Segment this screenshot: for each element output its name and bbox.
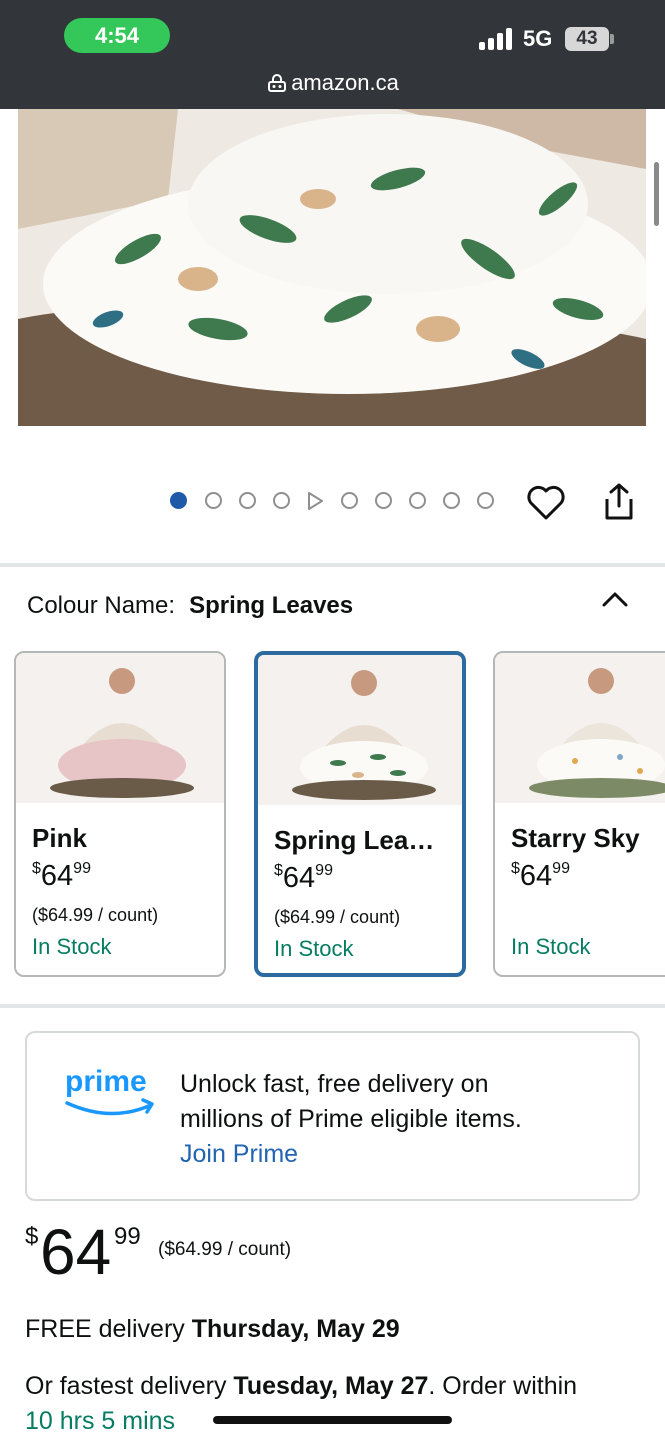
pager-dot[interactable] (443, 492, 460, 509)
status-bar: 4:54 5G 43 amazon.ca (0, 0, 665, 109)
pager-dot[interactable] (273, 492, 290, 509)
colour-option-starry-sky[interactable]: Starry Sky $6499 In Stock (493, 651, 665, 977)
pager-dot[interactable] (409, 492, 426, 509)
pager-dot[interactable] (170, 492, 187, 509)
starry-sky-thumbnail (495, 653, 665, 803)
lock-icon (268, 74, 287, 92)
video-play-icon[interactable] (307, 492, 324, 510)
prime-logo: prime (63, 1061, 159, 1126)
prime-line-1: Unlock fast, free delivery on (180, 1070, 489, 1098)
fastest-delivery-date: Tuesday, May 27 (233, 1372, 429, 1400)
url-bar[interactable]: amazon.ca (0, 70, 665, 96)
option-stock: In Stock (32, 934, 112, 959)
option-name: Pink (32, 823, 87, 853)
colour-option-pink[interactable]: Pink $6499 ($64.99 / count) In Stock (14, 651, 226, 977)
option-price: $6499 (32, 860, 91, 892)
product-image[interactable] (18, 109, 646, 426)
status-time: 4:54 (64, 18, 170, 53)
signal-icon (479, 28, 515, 50)
prime-message: Unlock fast, free delivery on millions o… (180, 1067, 600, 1172)
colour-option-spring-leaves[interactable]: Spring Lea… $6499 ($64.99 / count) In St… (254, 651, 466, 977)
option-unit-price: ($64.99 / count) (274, 907, 401, 927)
pager-dot[interactable] (239, 492, 256, 509)
option-price: $6499 (511, 860, 570, 892)
price-fraction: 99 (114, 1223, 141, 1250)
option-name: Starry Sky (511, 823, 640, 853)
pager-dot[interactable] (477, 492, 494, 509)
section-divider (0, 563, 665, 567)
scroll-indicator (654, 162, 659, 226)
pink-thumbnail (16, 653, 224, 803)
option-stock: In Stock (511, 934, 591, 959)
pager-dot[interactable] (341, 492, 358, 509)
chevron-up-icon[interactable] (600, 588, 630, 610)
option-name: Spring Lea… (274, 825, 435, 855)
free-delivery-date: Thursday, May 29 (191, 1315, 400, 1343)
price-whole: 64 (40, 1216, 112, 1288)
colour-name-row: Colour Name: Spring Leaves (27, 592, 353, 620)
home-indicator[interactable] (213, 1416, 452, 1424)
colour-label: Colour Name: (27, 592, 176, 619)
url-text: amazon.ca (291, 70, 399, 95)
battery-icon: 43 (565, 27, 609, 51)
prime-line-2: millions of Prime eligible items. (180, 1105, 522, 1133)
colour-selected-value: Spring Leaves (189, 592, 354, 619)
pager-dot[interactable] (205, 492, 222, 509)
order-countdown: 10 hrs 5 mins (25, 1407, 176, 1435)
pager-dot[interactable] (375, 492, 392, 509)
battery-tip (610, 34, 614, 44)
section-divider (0, 1004, 665, 1008)
join-prime-link[interactable]: Join Prime (180, 1137, 600, 1172)
share-icon[interactable] (602, 482, 636, 522)
prime-promo[interactable]: prime Unlock fast, free delivery on mill… (25, 1031, 640, 1201)
option-unit-price: ($64.99 / count) (32, 905, 159, 925)
free-delivery-info: FREE delivery Thursday, May 29 (25, 1315, 400, 1343)
price-currency: $ (25, 1223, 39, 1250)
fastest-delivery-info: Or fastest delivery Tuesday, May 27. Ord… (25, 1372, 578, 1400)
svg-text:prime: prime (65, 1065, 147, 1098)
spring-leaves-thumbnail (258, 655, 462, 805)
price-unit: ($64.99 / count) (158, 1239, 292, 1260)
heart-icon[interactable] (526, 484, 566, 522)
option-price: $6499 (274, 862, 333, 894)
network-label: 5G (523, 26, 553, 51)
option-stock: In Stock (274, 936, 354, 961)
